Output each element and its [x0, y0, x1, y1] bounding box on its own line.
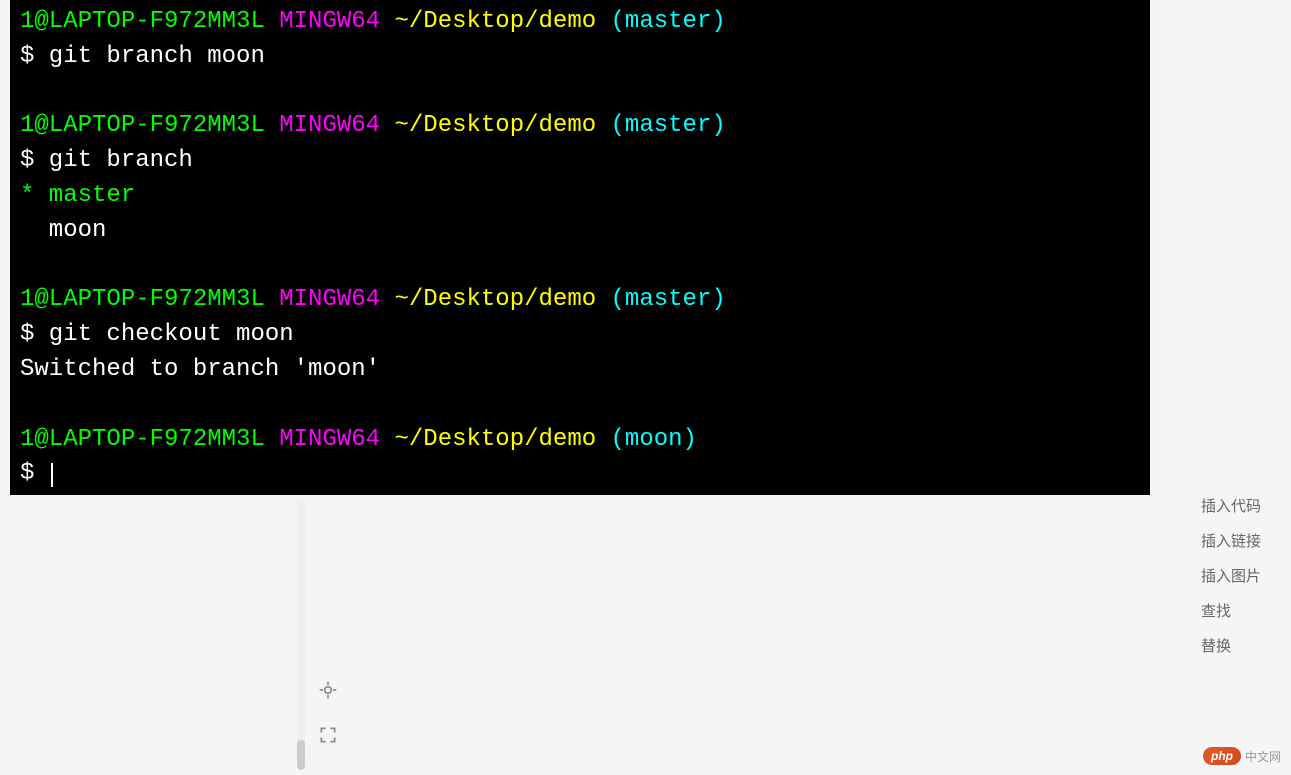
site-watermark: php 中文网: [1203, 747, 1281, 765]
path-label: ~/Desktop/demo: [394, 112, 596, 139]
php-logo-icon: php: [1203, 747, 1241, 765]
editor-tools: [318, 680, 338, 750]
blank-line: [20, 388, 1140, 423]
prompt-line: 1@LAPTOP-F972MM3L MINGW64 ~/Desktop/demo…: [20, 283, 1140, 318]
path-label: ~/Desktop/demo: [394, 286, 596, 313]
terminal-window[interactable]: 1@LAPTOP-F972MM3L MINGW64 ~/Desktop/demo…: [10, 0, 1150, 495]
env-label: MINGW64: [279, 426, 380, 453]
prompt-line: 1@LAPTOP-F972MM3L MINGW64 ~/Desktop/demo…: [20, 5, 1140, 40]
blank-line: [20, 75, 1140, 110]
watermark-text: 中文网: [1245, 748, 1281, 765]
prompt-line: 1@LAPTOP-F972MM3L MINGW64 ~/Desktop/demo…: [20, 109, 1140, 144]
prompt-line: 1@LAPTOP-F972MM3L MINGW64 ~/Desktop/demo…: [20, 423, 1140, 458]
env-label: MINGW64: [279, 8, 380, 35]
branch-ref: (master): [611, 112, 726, 139]
user-host: 1@LAPTOP-F972MM3L: [20, 8, 265, 35]
scrollbar-track[interactable]: [297, 500, 305, 770]
user-host: 1@LAPTOP-F972MM3L: [20, 426, 265, 453]
menu-find[interactable]: 查找: [1201, 600, 1261, 621]
context-menu: 插入代码 插入链接 插入图片 查找 替换: [1201, 495, 1261, 656]
path-label: ~/Desktop/demo: [394, 8, 596, 35]
env-label: MINGW64: [279, 286, 380, 313]
menu-replace[interactable]: 替换: [1201, 635, 1261, 656]
command-line: $: [20, 457, 1140, 492]
command-line: $ git branch moon: [20, 40, 1140, 75]
menu-insert-code[interactable]: 插入代码: [1201, 495, 1261, 516]
cursor-icon: [51, 463, 53, 487]
blank-line: [20, 249, 1140, 284]
output-line: Switched to branch 'moon': [20, 353, 1140, 388]
branch-ref: (master): [611, 8, 726, 35]
branch-ref: (master): [611, 286, 726, 313]
path-label: ~/Desktop/demo: [394, 426, 596, 453]
output-line: moon: [20, 214, 1140, 249]
command-line: $ git checkout moon: [20, 318, 1140, 353]
scrollbar-thumb[interactable]: [297, 740, 305, 770]
menu-insert-link[interactable]: 插入链接: [1201, 530, 1261, 551]
output-line: * master: [20, 179, 1140, 214]
locate-icon[interactable]: [318, 680, 338, 705]
fullscreen-icon[interactable]: [318, 725, 338, 750]
user-host: 1@LAPTOP-F972MM3L: [20, 112, 265, 139]
user-host: 1@LAPTOP-F972MM3L: [20, 286, 265, 313]
env-label: MINGW64: [279, 112, 380, 139]
command-line: $ git branch: [20, 144, 1140, 179]
menu-insert-image[interactable]: 插入图片: [1201, 565, 1261, 586]
branch-ref: (moon): [611, 426, 697, 453]
